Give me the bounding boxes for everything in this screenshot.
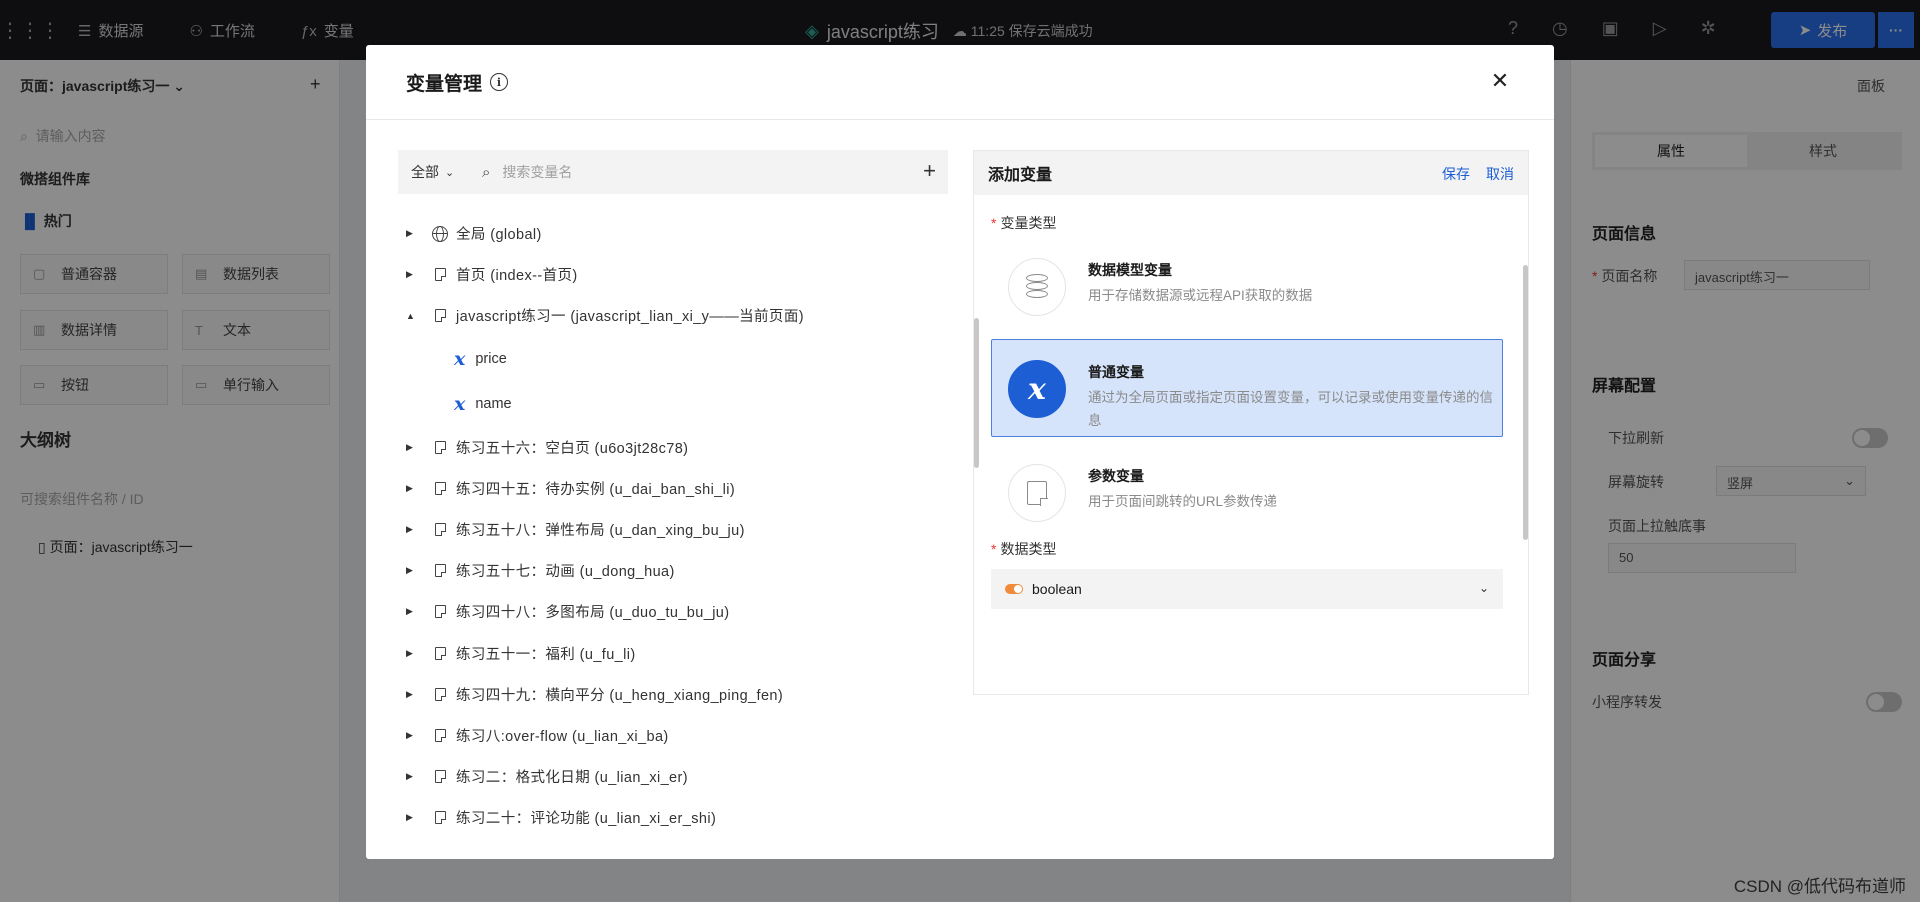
page-icon (432, 268, 448, 282)
caret-right-icon[interactable]: ▶ (406, 442, 418, 453)
caret-right-icon[interactable]: ▶ (406, 689, 418, 700)
caret-up-icon[interactable]: ▲ (406, 311, 418, 321)
scope-filter-dropdown[interactable]: 全部 ⌄ (398, 162, 468, 182)
variable-filter-bar: 全部 ⌄ ⌕ + (398, 150, 948, 194)
page-icon (432, 440, 448, 454)
save-button[interactable]: 保存 (1442, 164, 1470, 184)
tree-item-page[interactable]: ▶ 练习五十七：动画 (u_dong_hua) (398, 550, 938, 591)
page-icon (432, 523, 448, 537)
variable-tree: ▶ 全局 (global) ▶ 首页 (index--首页) ▲ javascr… (398, 213, 938, 838)
tree-item-page[interactable]: ▶ 练习五十六：空白页 (u6o3jt28c78) (398, 427, 938, 468)
form-header: 添加变量 保存 取消 (974, 151, 1528, 195)
add-variable-icon[interactable]: + (923, 160, 936, 182)
caret-right-icon[interactable]: ▶ (406, 606, 418, 617)
search-icon: ⌕ (482, 163, 491, 181)
tree-item-page[interactable]: ▶ 练习五十八：弹性布局 (u_dan_xing_bu_ju) (398, 509, 938, 550)
page-icon (432, 811, 448, 825)
cancel-button[interactable]: 取消 (1486, 164, 1514, 184)
chevron-down-icon: ⌄ (445, 166, 455, 179)
variable-item[interactable]: x price (398, 337, 938, 382)
dialog-title: 变量管理 (406, 73, 483, 95)
variable-search-input[interactable] (502, 164, 883, 180)
caret-right-icon[interactable]: ▶ (406, 730, 418, 741)
variable-type-label: * 变量类型 (991, 215, 1057, 231)
page-icon (432, 605, 448, 619)
tree-item-global[interactable]: ▶ 全局 (global) (398, 213, 938, 254)
page-icon (432, 481, 448, 495)
caret-right-icon[interactable]: ▶ (406, 483, 418, 494)
page-icon (432, 564, 448, 578)
variable-item[interactable]: x name (398, 382, 938, 427)
variable-x-icon: x (454, 348, 466, 371)
boolean-toggle-icon (1005, 584, 1023, 594)
page-icon (432, 646, 448, 660)
close-icon[interactable]: ✕ (1488, 68, 1512, 93)
type-desc: 用于页面间跳转的URL参数传递 (1088, 494, 1278, 509)
variable-x-icon: x (454, 393, 466, 416)
variable-list-pane: 全部 ⌄ ⌕ + ▶ 全局 (global) ▶ 首页 (index--首页) … (398, 150, 979, 859)
page-icon (432, 770, 448, 784)
form-scrollbar[interactable] (1523, 265, 1528, 540)
caret-right-icon[interactable]: ▶ (406, 524, 418, 535)
type-title: 数据模型变量 (1088, 262, 1172, 278)
form-actions: 保存 取消 (1442, 164, 1514, 184)
tree-item-page[interactable]: ▶ 练习二十：评论功能 (u_lian_xi_er_shi) (398, 797, 938, 838)
data-type-label: * 数据类型 (991, 541, 1057, 557)
caret-right-icon[interactable]: ▶ (406, 228, 418, 239)
type-card-normal[interactable]: x 普通变量 通过为全局页面或指定页面设置变量，可以记录或使用变量传递的信息 (991, 339, 1503, 437)
type-card-data-model[interactable]: 数据模型变量 用于存储数据源或远程API获取的数据 (991, 237, 1503, 335)
caret-right-icon[interactable]: ▶ (406, 812, 418, 823)
tree-item-page[interactable]: ▶ 练习四十五：待办实例 (u_dai_ban_shi_li) (398, 468, 938, 509)
caret-right-icon[interactable]: ▶ (406, 565, 418, 576)
page-icon (432, 728, 448, 742)
chevron-down-icon: ⌄ (1478, 581, 1489, 595)
type-desc: 用于存储数据源或远程API获取的数据 (1088, 288, 1313, 303)
caret-right-icon[interactable]: ▶ (406, 771, 418, 782)
tree-item-page[interactable]: ▶ 练习二：格式化日期 (u_lian_xi_er) (398, 756, 938, 797)
type-card-param[interactable]: 参数变量 用于页面间跳转的URL参数传递 (991, 443, 1503, 541)
tree-item-page[interactable]: ▶ 练习八:over-flow (u_lian_xi_ba) (398, 715, 938, 756)
type-title: 参数变量 (1088, 468, 1144, 484)
info-icon[interactable]: i (490, 73, 509, 91)
page-icon (432, 687, 448, 701)
variable-manager-dialog: 变量管理 i ✕ 全部 ⌄ ⌕ + ▶ 全局 (global) ▶ 首页 (in… (366, 45, 1554, 859)
form-title: 添加变量 (988, 167, 1053, 184)
tree-item-page[interactable]: ▶ 练习五十一：福利 (u_fu_li) (398, 633, 938, 674)
dialog-header: 变量管理 i ✕ (366, 45, 1554, 120)
database-icon (1008, 258, 1066, 316)
page-icon (432, 309, 448, 323)
add-variable-form: 添加变量 保存 取消 * 变量类型 数据模型变量 用于存储数据源或远程API获取的… (973, 150, 1529, 695)
tree-item-page[interactable]: ▶ 练习四十八：多图布局 (u_duo_tu_bu_ju) (398, 591, 938, 632)
globe-icon (432, 225, 448, 242)
type-title: 普通变量 (1088, 364, 1144, 380)
tree-item-index[interactable]: ▶ 首页 (index--首页) (398, 254, 938, 295)
data-type-select[interactable]: boolean ⌄ (991, 569, 1503, 609)
document-icon (1008, 464, 1066, 522)
caret-right-icon[interactable]: ▶ (406, 648, 418, 659)
type-desc: 通过为全局页面或指定页面设置变量，可以记录或使用变量传递的信息 (1088, 390, 1493, 428)
tree-item-page[interactable]: ▶ 练习四十九：横向平分 (u_heng_xiang_ping_fen) (398, 674, 938, 715)
variable-x-icon: x (1008, 360, 1066, 418)
tree-item-current-page[interactable]: ▲ javascript练习一 (javascript_lian_xi_y——当… (398, 295, 938, 336)
caret-right-icon[interactable]: ▶ (406, 269, 418, 280)
watermark: CSDN @低代码布道师 (1733, 877, 1906, 896)
